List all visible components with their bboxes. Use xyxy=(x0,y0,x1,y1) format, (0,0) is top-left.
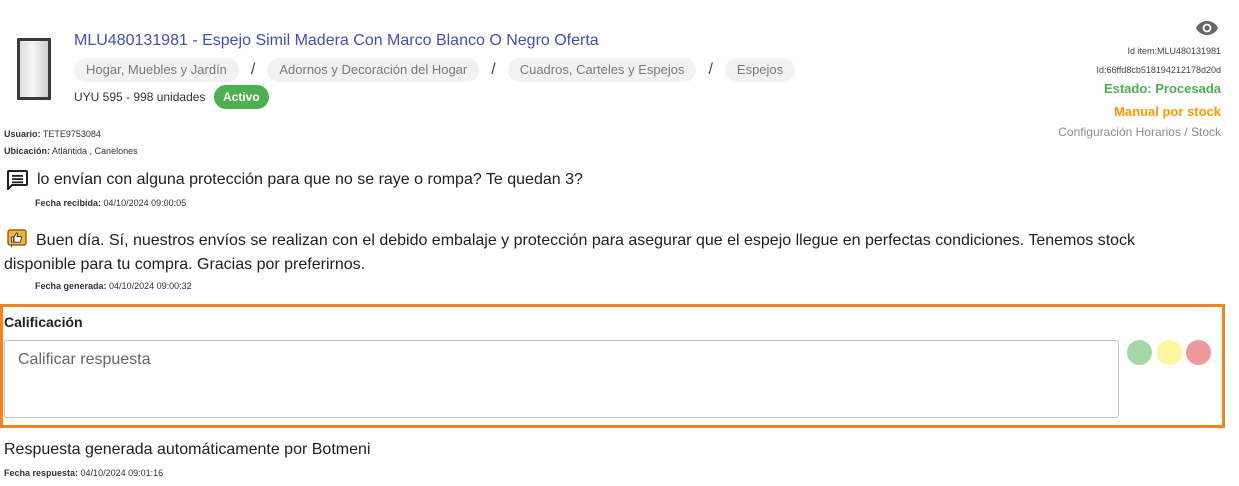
rating-neutral-dot[interactable] xyxy=(1157,340,1182,365)
breadcrumb-separator: / xyxy=(708,61,713,78)
category-chip[interactable]: Cuadros, Carteles y Espejos xyxy=(507,58,697,82)
category-chip[interactable]: Espejos xyxy=(724,58,796,82)
rating-good-dot[interactable] xyxy=(1127,340,1152,365)
item-thumbnail[interactable] xyxy=(17,38,51,100)
usuario-label: Usuario: xyxy=(4,129,41,139)
usuario-value: TETE9753084 xyxy=(42,129,101,139)
breadcrumb-separator: / xyxy=(250,61,256,78)
auto-response-text: Respuesta generada automáticamente por B… xyxy=(4,441,371,458)
generated-answer-text: Buen día. Sí, nuestros envíos se realiza… xyxy=(4,232,1136,273)
user-info: Usuario: TETE9753084 xyxy=(4,129,101,139)
generated-date-label: Fecha generada: xyxy=(35,281,107,291)
breadcrumb-separator: / xyxy=(491,61,496,78)
record-id: Id:66ffd8cb518194212178d20d xyxy=(1096,65,1221,75)
rating-bad-dot[interactable] xyxy=(1186,340,1211,365)
category-chip[interactable]: Hogar, Muebles y Jardín xyxy=(74,58,239,82)
message-icon xyxy=(6,170,28,192)
rating-title: Calificación xyxy=(4,314,83,330)
category-breadcrumb: Hogar, Muebles y Jardín / Adornos y Deco… xyxy=(74,58,796,82)
response-date: Fecha respuesta: 04/10/2024 09:01:16 xyxy=(4,468,163,478)
response-date-value: 04/10/2024 09:01:16 xyxy=(80,468,164,478)
received-date: Fecha recibida: 04/10/2024 09:00:05 xyxy=(35,198,186,208)
received-date-value: 04/10/2024 09:00:05 xyxy=(103,198,187,208)
received-date-label: Fecha recibida: xyxy=(35,198,102,208)
response-date-label: Fecha respuesta: xyxy=(4,468,79,478)
generated-date: Fecha generada: 04/10/2024 09:00:32 xyxy=(35,281,192,291)
rating-input[interactable] xyxy=(4,340,1119,418)
ubicacion-label: Ubicación: xyxy=(4,146,51,156)
item-id: Id item:MLU480131981 xyxy=(1127,46,1221,56)
ubicacion-value: Atlántida , Canelones xyxy=(52,146,138,156)
eye-icon[interactable] xyxy=(1195,18,1219,38)
item-title-link[interactable]: MLU480131981 - Espejo Simil Madera Con M… xyxy=(74,32,599,50)
manual-stock-status: Manual por stock xyxy=(1114,104,1221,119)
mirror-image xyxy=(17,38,51,100)
category-chip[interactable]: Adornos y Decoración del Hogar xyxy=(267,58,480,82)
question-text: lo envían con alguna protección para que… xyxy=(37,171,583,188)
price-units: UYU 595 - 998 unidades xyxy=(74,90,206,104)
config-horarios-stock-link[interactable]: Configuración Horarios / Stock xyxy=(1058,125,1221,139)
estado-status: Estado: Procesada xyxy=(1103,81,1221,96)
generated-date-value: 04/10/2024 09:00:32 xyxy=(109,281,192,291)
location-info: Ubicación: Atlántida , Canelones xyxy=(4,146,138,156)
status-badge: Activo xyxy=(214,85,269,109)
